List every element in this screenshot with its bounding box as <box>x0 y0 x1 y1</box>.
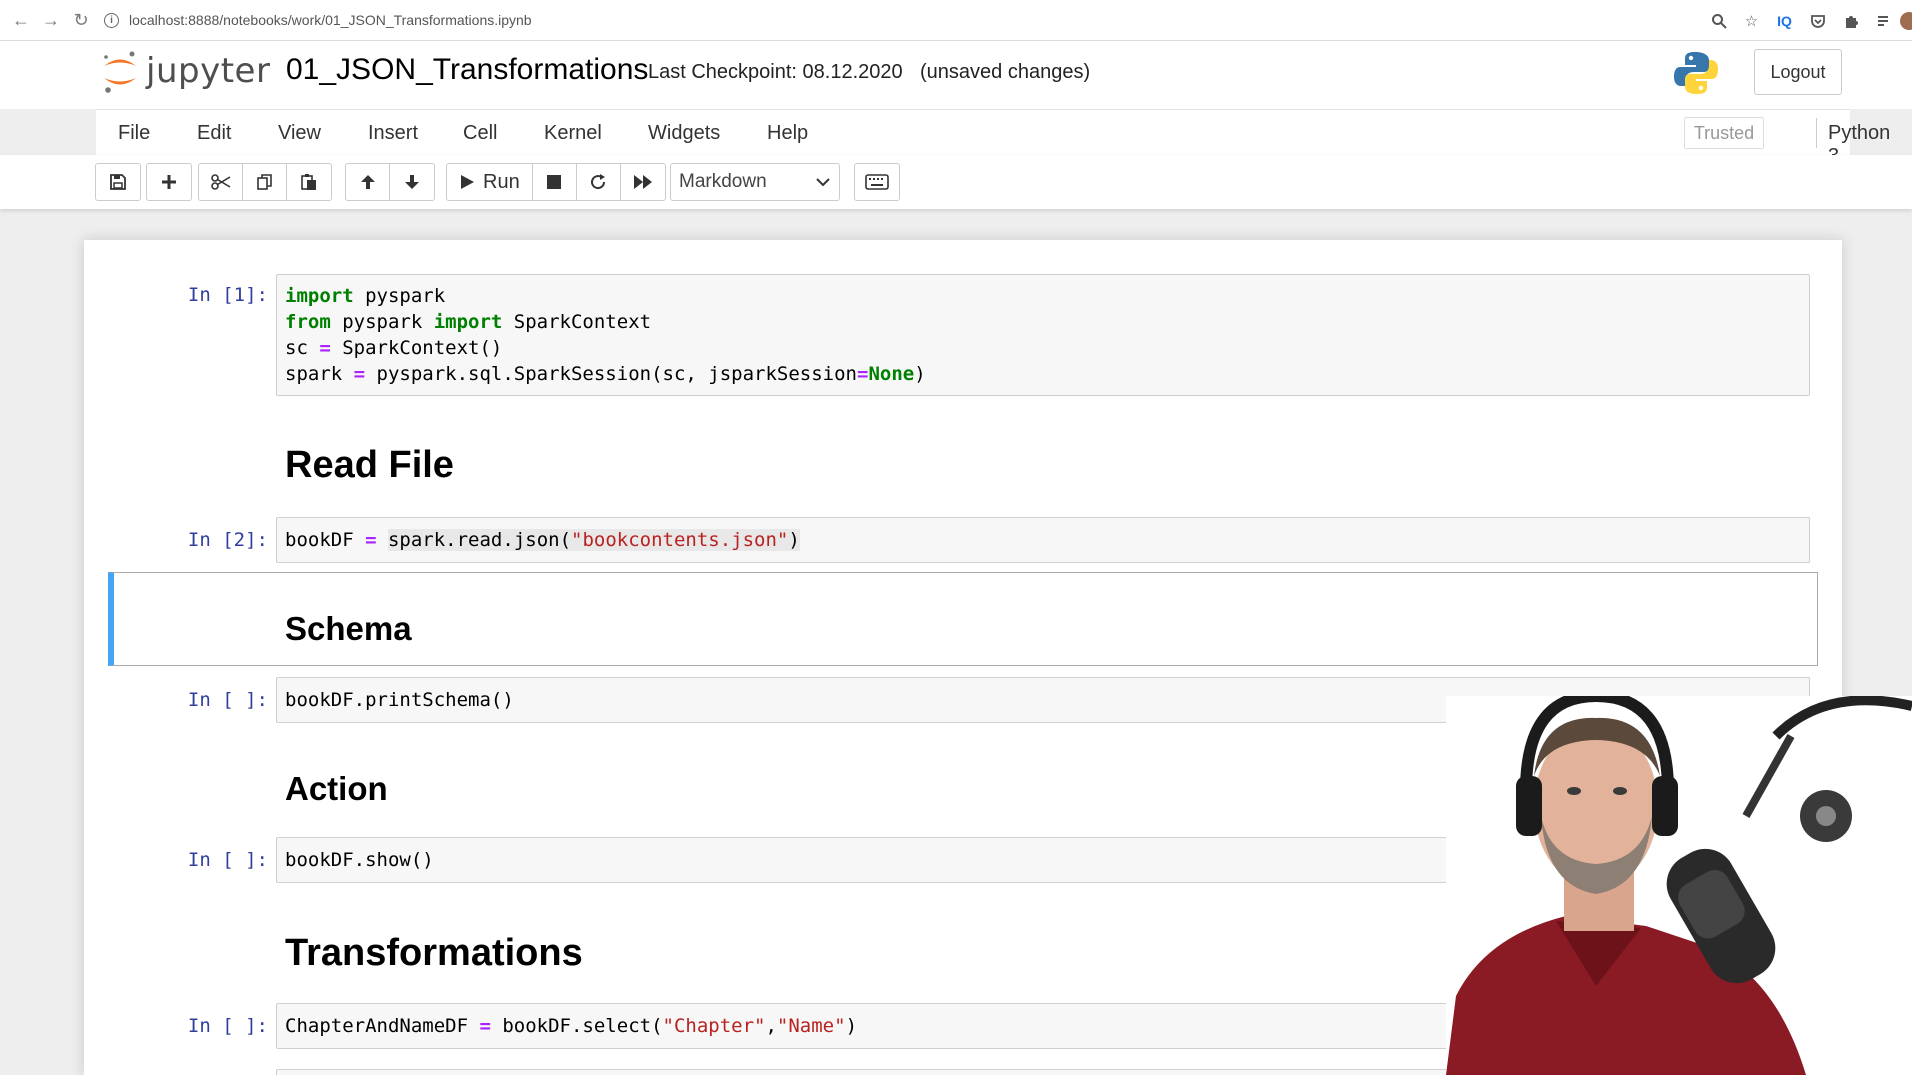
zoom-icon[interactable] <box>1702 13 1735 29</box>
copy-icon <box>256 174 272 190</box>
forward-icon[interactable]: → <box>36 5 66 35</box>
play-icon <box>461 175 474 189</box>
code-line: bookDF = spark.read.json("bookcontents.j… <box>285 529 800 551</box>
move-down-button[interactable] <box>390 164 434 200</box>
insert-cell-button[interactable] <box>147 164 191 200</box>
profile-avatar[interactable] <box>1900 11 1912 30</box>
jupyter-header: jupyter 01_JSON_Transformations Last Che… <box>0 41 1912 109</box>
site-info-icon[interactable]: i <box>104 12 119 28</box>
keyboard-icon <box>865 174 889 190</box>
save-button[interactable] <box>96 164 140 200</box>
markdown-heading-read-file[interactable]: Read File <box>285 444 454 487</box>
scissors-icon <box>210 174 230 190</box>
toolbar: Run Markdown <box>0 155 1912 209</box>
restart-button[interactable] <box>577 164 621 200</box>
trusted-indicator[interactable]: Trusted <box>1684 117 1764 149</box>
menu-file[interactable]: File <box>118 122 150 145</box>
stop-icon <box>547 175 562 189</box>
cell-prompt: In [1]: <box>187 284 268 306</box>
code-cell[interactable]: bookDF = spark.read.json("bookcontents.j… <box>276 517 1810 563</box>
save-icon <box>110 174 126 190</box>
code-line: spark = pyspark.sql.SparkSession(sc, jsp… <box>285 363 926 385</box>
menu-cell[interactable]: Cell <box>463 122 497 145</box>
cell-type-select[interactable]: Markdown <box>670 163 840 201</box>
menu-edit[interactable]: Edit <box>197 122 231 145</box>
arrow-down-icon <box>405 175 419 189</box>
jupyter-logo[interactable]: jupyter <box>100 49 270 93</box>
plus-icon <box>162 175 176 189</box>
python-logo-icon <box>1672 49 1720 97</box>
fast-forward-icon <box>633 175 652 189</box>
extensions-puzzle-icon[interactable] <box>1834 13 1867 29</box>
logout-button[interactable]: Logout <box>1754 49 1842 95</box>
code-cell[interactable]: import pyspark from pyspark import Spark… <box>276 274 1810 396</box>
address-bar[interactable]: i localhost:8888/notebooks/work/01_JSON_… <box>104 12 532 28</box>
markdown-heading-schema[interactable]: Schema <box>285 610 412 648</box>
insert-group <box>146 163 192 201</box>
webcam-overlay <box>1446 696 1912 1075</box>
pocket-icon[interactable] <box>1801 13 1834 29</box>
keyboard-group <box>854 163 900 201</box>
run-button[interactable]: Run <box>447 164 533 200</box>
run-group: Run <box>446 163 666 201</box>
paste-icon <box>301 174 316 190</box>
code-line: bookDF.show() <box>285 849 434 871</box>
back-icon[interactable]: ← <box>6 5 36 35</box>
markdown-heading-action[interactable]: Action <box>285 770 388 808</box>
copy-button[interactable] <box>243 164 287 200</box>
cell-prompt: In [ ]: <box>187 1015 268 1037</box>
edit-group <box>198 163 332 201</box>
jupyter-logo-text: jupyter <box>146 51 271 91</box>
presenter-video-image <box>1446 696 1912 1075</box>
save-group <box>95 163 141 201</box>
menu-help[interactable]: Help <box>767 122 808 145</box>
restart-run-all-button[interactable] <box>621 164 665 200</box>
menubar: File Edit View Insert Cell Kernel Widget… <box>96 109 1890 167</box>
run-label: Run <box>483 170 520 193</box>
cell-prompt: In [ ]: <box>187 849 268 871</box>
menu-insert[interactable]: Insert <box>368 122 418 145</box>
browser-bar: ← → ↻ i localhost:8888/notebooks/work/01… <box>0 0 1912 41</box>
cut-button[interactable] <box>199 164 243 200</box>
jupyter-logo-icon <box>100 49 140 93</box>
last-checkpoint: Last Checkpoint: 08.12.2020 <box>648 61 903 83</box>
arrow-up-icon <box>360 175 375 189</box>
cell-prompt: In [ ]: <box>187 689 268 711</box>
reload-icon[interactable]: ↻ <box>66 5 96 35</box>
chevron-down-icon <box>816 178 830 187</box>
cell-type-value: Markdown <box>679 171 767 192</box>
paste-button[interactable] <box>287 164 331 200</box>
code-line: import pyspark <box>285 285 446 307</box>
move-group <box>345 163 435 201</box>
command-palette-button[interactable] <box>855 164 899 200</box>
bookmark-star-icon[interactable]: ☆ <box>1735 12 1768 30</box>
move-up-button[interactable] <box>346 164 390 200</box>
menu-view[interactable]: View <box>278 122 321 145</box>
interrupt-button[interactable] <box>533 164 577 200</box>
code-line: sc = SparkContext() <box>285 337 503 359</box>
extension-iq-icon[interactable]: IQ <box>1768 13 1801 29</box>
reading-list-icon[interactable] <box>1867 13 1900 29</box>
markdown-heading-transformations[interactable]: Transformations <box>285 932 583 975</box>
kernel-separator <box>1816 118 1817 148</box>
restart-icon <box>591 174 606 190</box>
url-text: localhost:8888/notebooks/work/01_JSON_Tr… <box>129 12 532 28</box>
code-line: bookDF.printSchema() <box>285 689 514 711</box>
menu-widgets[interactable]: Widgets <box>648 122 720 145</box>
menu-kernel[interactable]: Kernel <box>544 122 602 145</box>
notebook-title[interactable]: 01_JSON_Transformations <box>286 53 648 87</box>
unsaved-changes: (unsaved changes) <box>920 61 1091 83</box>
code-line: ChapterAndNameDF = bookDF.select("Chapte… <box>285 1015 858 1037</box>
code-line: from pyspark import SparkContext <box>285 311 652 333</box>
cell-prompt: In [2]: <box>187 529 268 551</box>
